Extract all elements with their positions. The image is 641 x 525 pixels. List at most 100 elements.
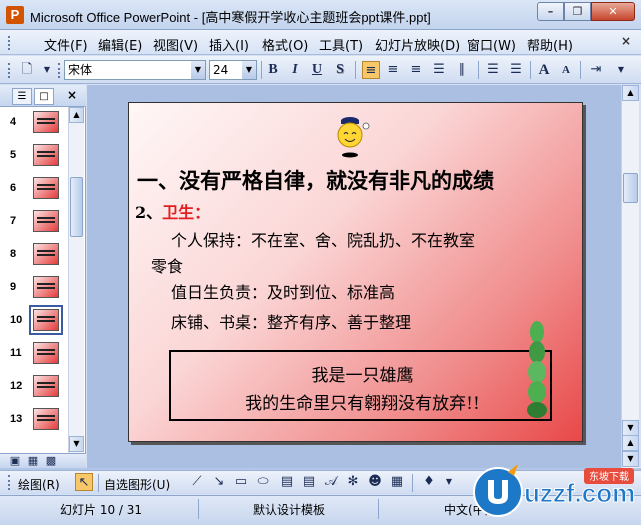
- restore-icon[interactable]: ❐: [564, 2, 591, 21]
- slide-thumbnail-image[interactable]: [33, 210, 59, 232]
- scroll-up-icon[interactable]: ▲: [622, 85, 639, 101]
- textbox-icon[interactable]: ▤: [278, 473, 296, 491]
- bullet-desk[interactable]: 床铺、书桌：整齐有序、善于整理: [171, 309, 411, 333]
- chevron-down-icon[interactable]: ▼: [440, 473, 458, 491]
- slide-thumbnail-image[interactable]: [33, 408, 59, 430]
- align-left-icon[interactable]: ≡: [362, 61, 380, 79]
- draw-menu-button[interactable]: 绘图(R): [18, 476, 60, 493]
- slide-scrollbar[interactable]: ▲ ▼ ▲ ▼: [621, 85, 639, 468]
- outline-tab-icon[interactable]: ☰: [12, 88, 32, 105]
- grow-font-button[interactable]: A: [535, 61, 553, 79]
- rectangle-icon[interactable]: ▭: [232, 473, 250, 491]
- italic-button[interactable]: I: [286, 61, 304, 79]
- slide-thumbnail[interactable]: 7: [0, 206, 68, 239]
- oval-icon[interactable]: ⬭: [254, 473, 272, 491]
- menu-insert[interactable]: 插入(I): [209, 35, 249, 54]
- slide-subheading[interactable]: 2、卫生：: [135, 199, 210, 223]
- menu-grip[interactable]: [8, 36, 11, 50]
- clipart-icon[interactable]: ☻: [366, 473, 384, 491]
- picture-icon[interactable]: ▦: [388, 473, 406, 491]
- shadow-button[interactable]: S: [331, 61, 349, 79]
- new-document-icon[interactable]: 🗋: [18, 61, 36, 79]
- bullet-duty[interactable]: 值日生负责：及时到位、标准高: [171, 279, 395, 303]
- wordart-icon[interactable]: 𝒜: [322, 473, 340, 491]
- menu-tools[interactable]: 工具(T): [319, 35, 363, 54]
- panel-close-icon[interactable]: ×: [67, 88, 77, 102]
- column-spacing-icon[interactable]: ∥: [453, 61, 471, 79]
- menu-edit[interactable]: 编辑(E): [98, 35, 142, 54]
- bullet-personal[interactable]: 个人保持：不在室、舍、院乱扔、不在教室: [171, 227, 475, 251]
- slide-thumbnail-image[interactable]: [33, 111, 59, 133]
- diagram-icon[interactable]: ✻: [344, 473, 362, 491]
- font-size-value: 24: [213, 63, 229, 77]
- slide-thumbnail-image[interactable]: [33, 375, 59, 397]
- toolbar-grip[interactable]: [8, 63, 11, 78]
- thumbnail-scrollbar[interactable]: ▲ ▼: [68, 107, 84, 453]
- slide-thumbnail-image[interactable]: [33, 177, 59, 199]
- slide-thumbnail[interactable]: 13: [0, 404, 68, 437]
- chevron-down-icon[interactable]: ▼: [242, 61, 256, 79]
- minimize-icon[interactable]: –: [537, 2, 564, 21]
- scroll-down-icon[interactable]: ▼: [69, 436, 84, 452]
- font-size-select[interactable]: 24 ▼: [209, 60, 257, 80]
- fill-color-icon[interactable]: ♦: [420, 473, 438, 491]
- powerpoint-app-icon[interactable]: P: [6, 6, 24, 24]
- slide-canvas[interactable]: 一、没有严格自律，就没有非凡的成绩 2、卫生： 个人保持：不在室、舍、院乱扔、不…: [128, 102, 583, 442]
- bullet-personal-continued[interactable]: 零食: [151, 253, 183, 277]
- indent-icon[interactable]: ⇥: [587, 61, 605, 79]
- slide-thumbnail-selected[interactable]: 10: [0, 305, 68, 338]
- distributed-align-icon[interactable]: ☰: [430, 61, 448, 79]
- menu-slideshow[interactable]: 幻灯片放映(D): [375, 35, 460, 54]
- slide-thumbnail-image[interactable]: [33, 243, 59, 265]
- toolbar-separator: [355, 61, 356, 79]
- slide-thumbnail[interactable]: 11: [0, 338, 68, 371]
- close-icon[interactable]: ✕: [591, 2, 635, 21]
- scroll-up-icon[interactable]: ▲: [69, 107, 84, 123]
- slide-thumbnail-image[interactable]: [33, 342, 59, 364]
- shrink-font-button[interactable]: A: [557, 61, 575, 79]
- motto-line-2: 我的生命里只有翱翔没有放弃!!: [245, 394, 480, 414]
- menu-format[interactable]: 格式(O): [262, 35, 308, 54]
- arrow-icon[interactable]: ↘: [210, 473, 228, 491]
- align-right-icon[interactable]: ≡: [407, 61, 425, 79]
- bulleted-list-icon[interactable]: ☰: [507, 61, 525, 79]
- slide-number: 6: [10, 182, 17, 194]
- subheading-label: 卫生：: [162, 203, 211, 222]
- slide-thumbnail[interactable]: 9: [0, 272, 68, 305]
- menu-help[interactable]: 帮助(H): [527, 35, 573, 54]
- bold-button[interactable]: B: [264, 61, 282, 79]
- slides-tab-icon[interactable]: □: [34, 88, 54, 105]
- font-name-select[interactable]: 宋体 ▼: [64, 60, 206, 80]
- numbered-list-icon[interactable]: ☰: [484, 61, 502, 79]
- scroll-down-icon[interactable]: ▼: [622, 420, 639, 436]
- menu-window[interactable]: 窗口(W): [467, 35, 516, 54]
- underline-button[interactable]: U: [308, 61, 326, 79]
- select-pointer-icon[interactable]: ↖: [75, 473, 93, 491]
- slide-thumbnail-image[interactable]: [33, 144, 59, 166]
- slide-thumbnail-image[interactable]: [29, 305, 63, 335]
- menu-view[interactable]: 视图(V): [153, 35, 198, 54]
- toolbar-grip[interactable]: [58, 63, 61, 78]
- slide-thumbnail[interactable]: 4: [0, 107, 68, 140]
- previous-slide-icon[interactable]: ▲: [622, 435, 639, 451]
- document-close-icon[interactable]: ×: [621, 34, 631, 48]
- motto-textbox[interactable]: 我是一只雄鹰 我的生命里只有翱翔没有放弃!!: [169, 350, 552, 421]
- vertical-textbox-icon[interactable]: ▤: [300, 473, 318, 491]
- menu-bar: 文件(F) 编辑(E) 视图(V) 插入(I) 格式(O) 工具(T) 幻灯片放…: [0, 30, 641, 55]
- line-icon[interactable]: ⟋: [188, 473, 206, 491]
- align-center-icon[interactable]: ≡: [384, 61, 402, 79]
- toolbar-options-icon[interactable]: ▼: [612, 61, 630, 79]
- slide-thumbnail[interactable]: 5: [0, 140, 68, 173]
- slide-thumbnail[interactable]: 8: [0, 239, 68, 272]
- slide-thumbnail-image[interactable]: [33, 276, 59, 298]
- toolbar-options-icon[interactable]: ▼: [38, 61, 56, 79]
- chevron-down-icon[interactable]: ▼: [191, 61, 205, 79]
- slide-thumbnail[interactable]: 6: [0, 173, 68, 206]
- slide-thumbnail[interactable]: 12: [0, 371, 68, 404]
- slide-title[interactable]: 一、没有严格自律，就没有非凡的成绩: [137, 165, 494, 195]
- menu-file[interactable]: 文件(F): [44, 35, 88, 54]
- scroll-thumb[interactable]: [623, 173, 638, 203]
- scroll-thumb[interactable]: [70, 177, 83, 237]
- autoshapes-menu-button[interactable]: 自选图形(U): [104, 476, 170, 493]
- toolbar-grip[interactable]: [8, 475, 11, 490]
